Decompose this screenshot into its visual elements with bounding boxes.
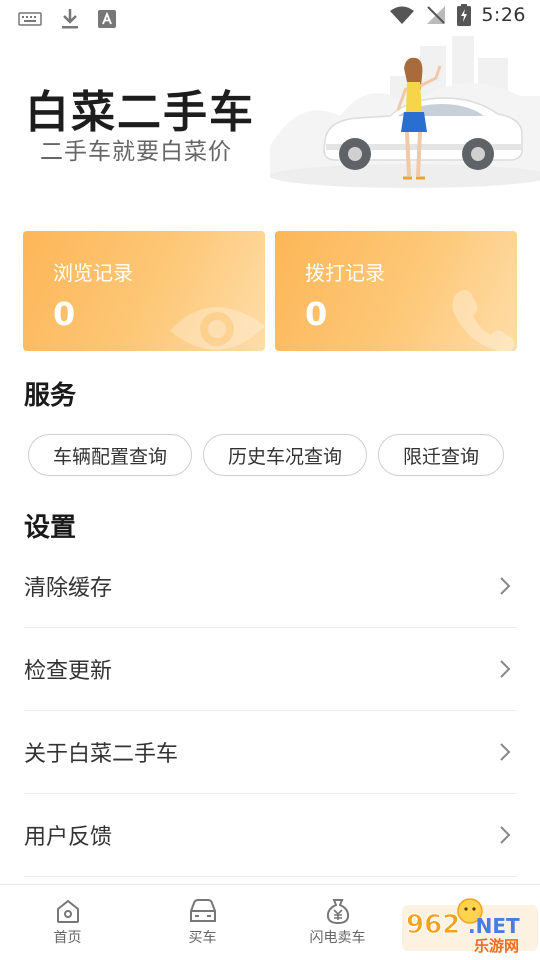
eye-icon — [170, 307, 265, 350]
watermark-logo: 962 .NET 乐游网 — [402, 898, 538, 955]
nav-quick-sell-label: 闪电卖车 — [309, 930, 366, 946]
app-slogan: 二手车就要白菜价 — [40, 139, 232, 165]
keyboard-icon — [18, 12, 42, 26]
stats-cards: 浏览记录 0 拨打记录 0 — [23, 231, 517, 351]
clear-cache-item[interactable]: 清除缓存 — [24, 545, 517, 628]
browse-history-card[interactable]: 浏览记录 0 — [23, 231, 265, 351]
battery-charging-icon — [457, 4, 472, 26]
status-bar: 5:26 — [0, 0, 540, 36]
call-history-label: 拨打记录 — [305, 261, 385, 285]
check-update-item[interactable]: 检查更新 — [24, 628, 517, 711]
svg-text:乐游网: 乐游网 — [474, 937, 519, 955]
clear-cache-label: 清除缓存 — [24, 576, 113, 601]
nav-home[interactable]: 首页 — [0, 885, 135, 960]
home-icon — [56, 899, 79, 923]
vehicle-config-query-button[interactable]: 车辆配置查询 — [28, 434, 193, 476]
status-bar-notifications — [18, 8, 116, 30]
app-title: 白菜二手车 — [25, 87, 255, 138]
settings-list: 清除缓存 检查更新 关于白菜二手车 用户反馈 — [24, 545, 517, 877]
settings-section-title: 设置 — [24, 513, 77, 543]
no-sim-icon — [427, 6, 446, 24]
hero-illustration — [270, 36, 540, 188]
browse-history-count: 0 — [53, 295, 76, 333]
svg-text:.NET: .NET — [468, 914, 520, 938]
chevron-right-icon — [500, 743, 511, 761]
chevron-right-icon — [500, 577, 511, 595]
feedback-item[interactable]: 用户反馈 — [24, 794, 517, 877]
status-bar-system: 5:26 — [389, 4, 526, 26]
about-item[interactable]: 关于白菜二手车 — [24, 711, 517, 794]
call-history-card[interactable]: 拨打记录 0 — [275, 231, 517, 351]
vehicle-history-query-button[interactable]: 历史车况查询 — [203, 434, 368, 476]
status-time: 5:26 — [481, 4, 526, 26]
nav-buy-car[interactable]: 买车 — [135, 885, 270, 960]
services-section-title: 服务 — [24, 381, 77, 411]
call-history-count: 0 — [305, 295, 328, 333]
phone-icon — [452, 290, 515, 351]
chevron-right-icon — [500, 660, 511, 678]
nav-quick-sell[interactable]: 闪电卖车 — [270, 885, 405, 960]
font-icon — [98, 10, 116, 28]
browse-history-label: 浏览记录 — [53, 261, 133, 285]
money-bag-icon — [326, 899, 349, 925]
about-label: 关于白菜二手车 — [24, 742, 179, 767]
check-update-label: 检查更新 — [24, 659, 113, 684]
profile-header: 白菜二手车 二手车就要白菜价 — [0, 36, 540, 216]
nav-buy-car-label: 买车 — [188, 930, 217, 946]
svg-text:962: 962 — [406, 910, 460, 940]
download-icon — [62, 9, 78, 29]
chevron-right-icon — [500, 826, 511, 844]
nav-home-label: 首页 — [53, 930, 82, 946]
wifi-icon — [390, 6, 415, 24]
car-icon — [189, 899, 216, 922]
feedback-label: 用户反馈 — [24, 825, 113, 850]
services-list: 车辆配置查询 历史车况查询 限迁查询 — [28, 434, 505, 476]
relocation-limit-query-button[interactable]: 限迁查询 — [378, 434, 505, 476]
